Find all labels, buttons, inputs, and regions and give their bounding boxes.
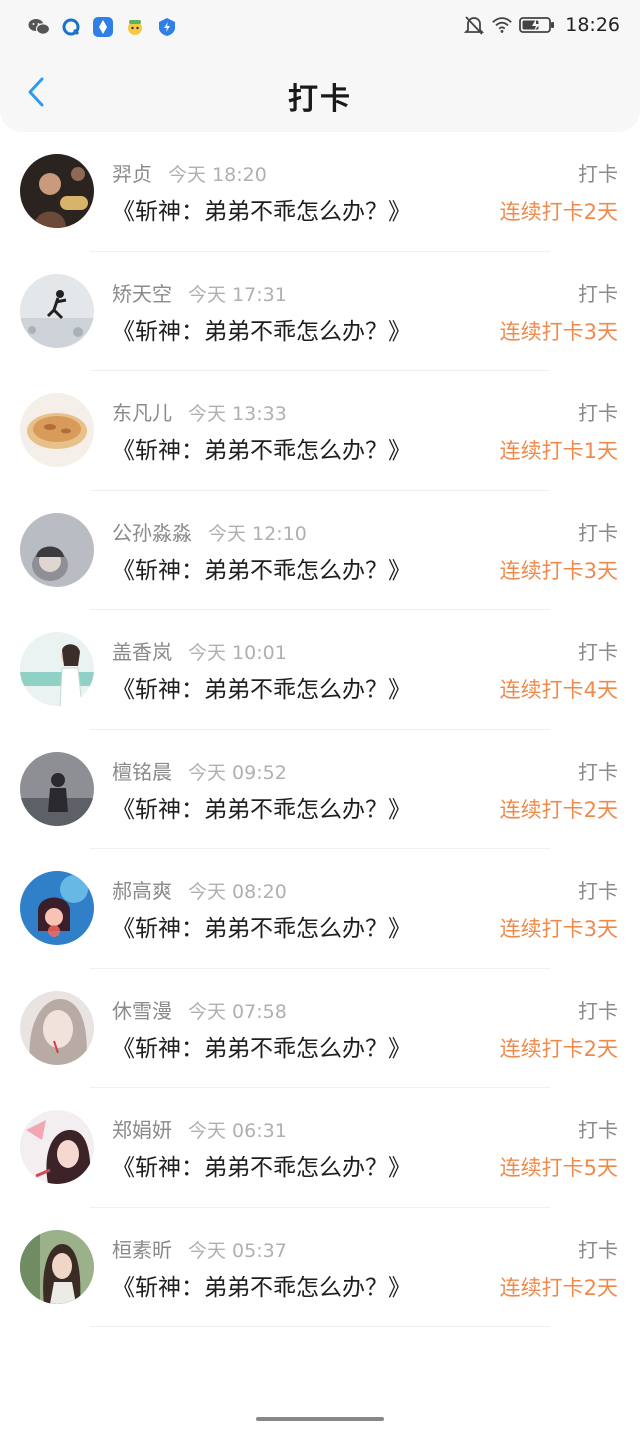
status-bar-time: 18:26 [565,14,620,36]
checkin-time: 今天 13:33 [188,403,287,425]
checkin-tag: 打卡 [578,520,618,545]
book-title: 《斩神：弟弟不乖怎么办？》 [112,557,411,584]
avatar[interactable] [20,273,94,348]
checkin-time: 今天 18:20 [168,164,267,186]
emoji-app-icon [124,16,146,38]
list-item[interactable]: 盖香岚 今天 10:01 《斩神：弟弟不乖怎么办？》 打卡 连续打卡4天 [0,610,640,730]
status-bar-notifications [28,16,178,38]
avatar[interactable] [20,154,94,228]
checkin-time: 今天 10:01 [188,642,287,664]
book-title: 《斩神：弟弟不乖怎么办？》 [112,199,411,225]
user-name: 郑娟妍 今天 06:31 [112,1118,287,1142]
avatar[interactable] [20,1110,94,1184]
book-title: 《斩神：弟弟不乖怎么办？》 [112,438,411,464]
user-name: 郝高爽 今天 08:20 [112,879,287,903]
checkin-tag: 打卡 [578,162,618,186]
wechat-icon [28,16,50,38]
book-title: 《斩神：弟弟不乖怎么办？》 [112,796,411,823]
status-bar-system: 18:26 [463,14,620,36]
shield-app-icon [156,16,178,38]
user-name: 盖香岚 今天 10:01 [112,640,287,664]
streak-label: 连续打卡2天 [499,1275,618,1300]
streak-label: 连续打卡5天 [499,1156,618,1180]
avatar[interactable] [20,632,94,706]
list-item[interactable]: 休雪漫 今天 07:58 《斩神：弟弟不乖怎么办？》 打卡 连续打卡2天 [0,969,640,1089]
checkin-tag: 打卡 [578,281,618,306]
status-bar: 18:26 [0,0,640,56]
checkin-tag: 打卡 [578,640,618,664]
streak-label: 连续打卡2天 [499,1036,618,1061]
streak-label: 连续打卡4天 [499,678,618,702]
list-item[interactable]: 郝高爽 今天 08:20 《斩神：弟弟不乖怎么办？》 打卡 连续打卡3天 [0,849,640,969]
user-name: 公孙淼淼 今天 12:10 [112,520,307,545]
avatar[interactable] [20,393,94,467]
avatar[interactable] [20,512,94,587]
page-title: 打卡 [288,82,352,117]
streak-label: 连续打卡2天 [499,200,618,224]
list-item[interactable]: 东凡儿 今天 13:33 《斩神：弟弟不乖怎么办？》 打卡 连续打卡1天 [0,371,640,491]
user-name: 檀铭晨 今天 09:52 [112,759,287,784]
streak-label: 连续打卡1天 [499,439,618,463]
checkin-tag: 打卡 [578,1237,618,1262]
list-item[interactable]: 矫天空 今天 17:31 《斩神：弟弟不乖怎么办？》 打卡 连续打卡3天 [0,252,640,372]
checkin-tag: 打卡 [578,401,618,425]
checkin-tag: 打卡 [578,879,618,903]
checkin-tag: 打卡 [578,1118,618,1142]
list-item[interactable]: 郑娟妍 今天 06:31 《斩神：弟弟不乖怎么办？》 打卡 连续打卡5天 [0,1088,640,1208]
user-name: 矫天空 今天 17:31 [112,281,287,306]
checkin-tag: 打卡 [578,998,618,1023]
streak-label: 连续打卡3天 [499,917,618,941]
book-title: 《斩神：弟弟不乖怎么办？》 [112,1035,411,1062]
mute-bell-icon [463,14,485,36]
checkin-tag: 打卡 [578,759,618,784]
checkin-time: 今天 07:58 [188,1000,287,1023]
streak-label: 连续打卡3天 [499,319,618,344]
book-title: 《斩神：弟弟不乖怎么办？》 [112,677,411,703]
list-item[interactable]: 檀铭晨 今天 09:52 《斩神：弟弟不乖怎么办？》 打卡 连续打卡2天 [0,730,640,850]
avatar[interactable] [20,871,94,945]
avatar[interactable] [20,1229,94,1304]
book-title: 《斩神：弟弟不乖怎么办？》 [112,1155,411,1181]
checkin-time: 今天 12:10 [208,522,307,545]
streak-label: 连续打卡3天 [499,558,618,583]
user-name: 桓素昕 今天 05:37 [112,1237,287,1262]
book-title: 《斩神：弟弟不乖怎么办？》 [112,916,411,942]
checkin-time: 今天 08:20 [188,881,287,903]
book-title: 《斩神：弟弟不乖怎么办？》 [112,1274,411,1301]
checkin-time: 今天 17:31 [188,283,287,306]
battery-charging-icon [519,14,555,36]
avatar[interactable] [20,751,94,826]
checkin-time: 今天 06:31 [188,1120,287,1142]
list-item[interactable]: 公孙淼淼 今天 12:10 《斩神：弟弟不乖怎么办？》 打卡 连续打卡3天 [0,491,640,611]
user-name: 休雪漫 今天 07:58 [112,998,287,1023]
checkin-time: 今天 09:52 [188,761,287,784]
user-name: 东凡儿 今天 13:33 [112,401,287,425]
nav-bar: 打卡 [0,56,640,132]
home-indicator[interactable] [256,1417,384,1421]
wifi-icon [491,14,513,36]
list-item[interactable]: 桓素昕 今天 05:37 《斩神：弟弟不乖怎么办？》 打卡 连续打卡2天 [0,1208,640,1328]
list-item[interactable]: 羿贞 今天 18:20 《斩神：弟弟不乖怎么办？》 打卡 连续打卡2天 [0,132,640,252]
baidu-netdisk-icon [92,16,114,38]
avatar[interactable] [20,990,94,1065]
book-title: 《斩神：弟弟不乖怎么办？》 [112,318,411,345]
checkin-list: 羿贞 今天 18:20 《斩神：弟弟不乖怎么办？》 打卡 连续打卡2天 矫天空 今天… [0,132,640,1327]
qq-browser-icon [60,16,82,38]
streak-label: 连续打卡2天 [499,797,618,822]
user-name: 羿贞 今天 18:20 [112,162,267,186]
checkin-time: 今天 05:37 [188,1239,287,1262]
